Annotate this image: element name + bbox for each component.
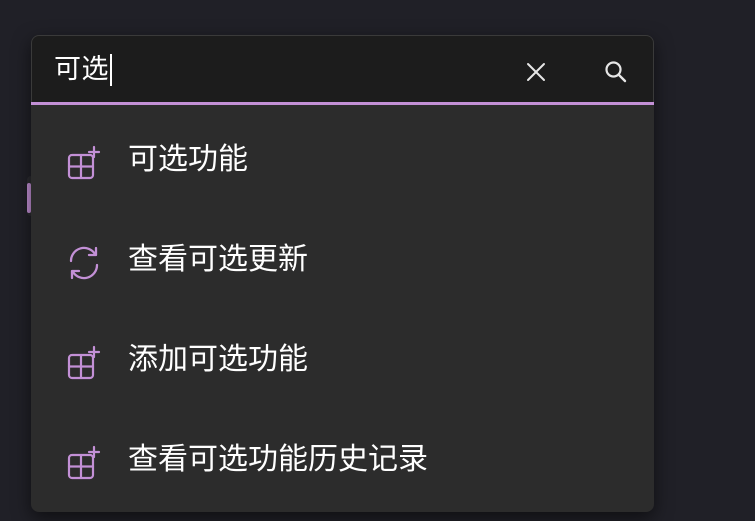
search-icon: [605, 61, 627, 83]
settings-search-popup: 可选 可选功能 查看可选更新 添加可选功能 查看可选功能历史记录: [31, 35, 654, 512]
sync-icon: [64, 243, 104, 283]
suggestion-view-optional-feature-history[interactable]: 查看可选功能历史记录: [31, 404, 654, 504]
suggestion-add-optional-feature[interactable]: 添加可选功能: [31, 304, 654, 404]
apps-add-icon: [64, 143, 104, 183]
close-icon: [527, 63, 545, 81]
suggestion-list: 可选功能 查看可选更新 添加可选功能 查看可选功能历史记录: [31, 104, 654, 504]
suggestion-label: 添加可选功能: [128, 342, 308, 377]
search-input-text: 可选: [54, 54, 109, 85]
apps-add-icon: [64, 443, 104, 483]
suggestion-optional-features[interactable]: 可选功能: [31, 104, 654, 204]
suggestion-label: 查看可选功能历史记录: [128, 442, 428, 477]
text-caret: [110, 54, 112, 86]
apps-add-icon: [64, 343, 104, 383]
search-box[interactable]: 可选: [31, 35, 654, 105]
suggestion-view-optional-updates[interactable]: 查看可选更新: [31, 204, 654, 304]
clear-search-button[interactable]: [518, 54, 554, 90]
suggestion-label: 查看可选更新: [128, 242, 308, 277]
search-button[interactable]: [598, 54, 634, 90]
search-input[interactable]: 可选: [54, 52, 112, 88]
suggestion-label: 可选功能: [128, 142, 248, 177]
